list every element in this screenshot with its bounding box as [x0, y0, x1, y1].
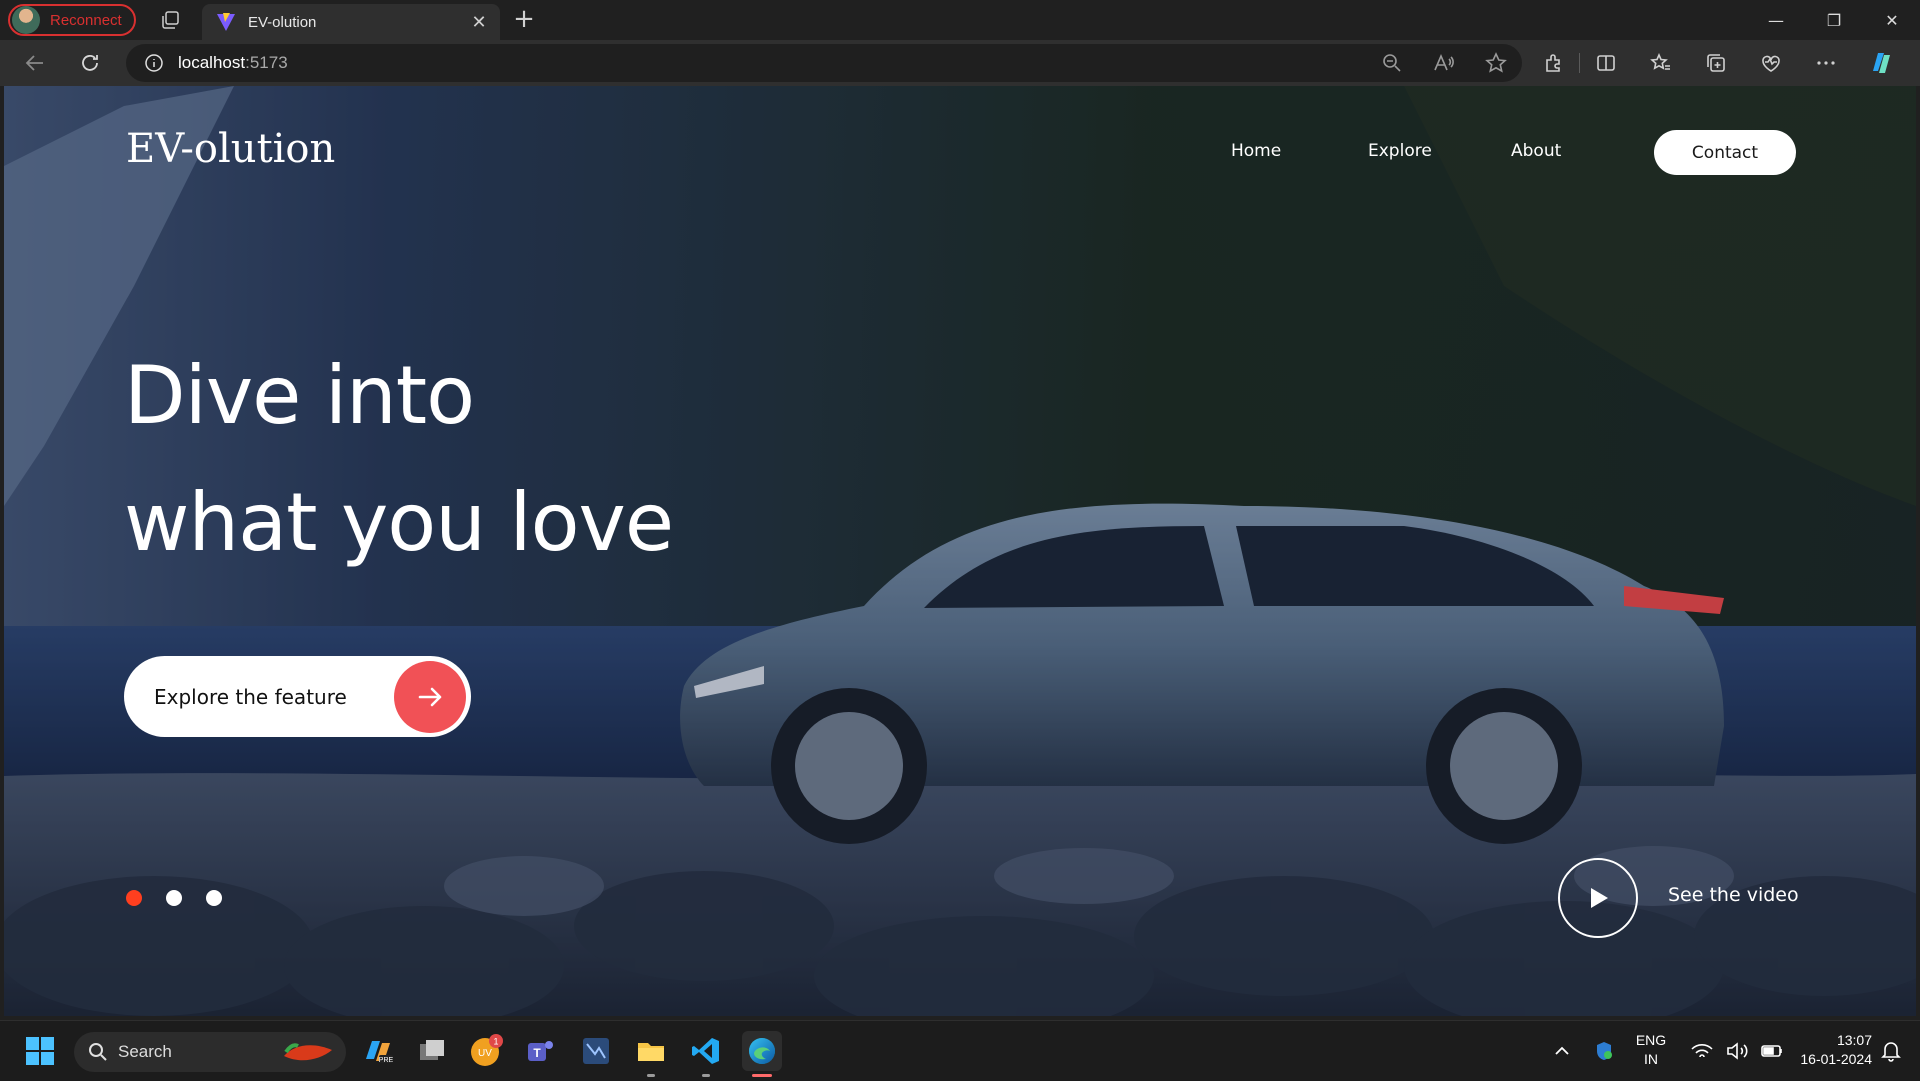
app-running-indicator [647, 1074, 655, 1077]
clock-time: 13:07 [1836, 1032, 1872, 1048]
tab-ev-olution[interactable]: EV-olution ✕ [202, 4, 500, 40]
search-icon [89, 1043, 107, 1061]
url-text: localhost:5173 [178, 53, 288, 73]
nav-about[interactable]: About [1511, 141, 1561, 161]
split-screen-icon[interactable] [1592, 49, 1620, 77]
language-indicator[interactable]: ENG IN [1628, 1031, 1674, 1069]
hero-headline-line2: what you love [124, 476, 674, 569]
collections-icon[interactable] [1702, 49, 1730, 77]
clock[interactable]: 13:07 16-01-2024 [1780, 1031, 1872, 1069]
close-icon[interactable]: ✕ [470, 12, 488, 33]
slider-dot-2[interactable] [166, 890, 182, 906]
app-badge-label: UV [478, 1048, 492, 1059]
address-bar-row: localhost:5173 [0, 40, 1920, 86]
search-highlight-icon [284, 1043, 332, 1061]
svg-text:PRE: PRE [379, 1057, 394, 1064]
arrow-right-icon [394, 660, 466, 733]
favicon [217, 13, 235, 31]
toolbar-divider [1579, 53, 1580, 73]
profile-status-label: Reconnect [50, 11, 122, 29]
site-logo[interactable]: EV-olution [126, 126, 335, 172]
cta-label: Explore the feature [154, 684, 347, 709]
address-bar[interactable]: localhost:5173 [126, 44, 1522, 82]
back-icon[interactable] [20, 48, 50, 78]
star-icon[interactable] [1482, 49, 1510, 77]
url-port: :5173 [245, 53, 288, 72]
more-icon[interactable] [1812, 49, 1840, 77]
url-host: localhost [178, 53, 246, 72]
file-explorer-icon[interactable] [631, 1031, 671, 1071]
profile-button[interactable]: Reconnect [8, 4, 136, 36]
volume-icon [1727, 1042, 1748, 1060]
extensions-icon[interactable] [1540, 49, 1568, 77]
notification-badge: 1 [493, 1037, 498, 1047]
wifi-icon [1691, 1044, 1713, 1058]
nav-explore[interactable]: Explore [1368, 141, 1432, 161]
plus-icon[interactable]: + [512, 4, 536, 34]
tab-actions-icon[interactable] [157, 8, 183, 32]
vscode-icon[interactable] [686, 1031, 726, 1071]
app-running-indicator [702, 1074, 710, 1077]
language-code: ENG [1635, 1032, 1667, 1048]
favorites-icon[interactable] [1647, 49, 1675, 77]
see-video-link[interactable]: See the video [1668, 884, 1799, 906]
tab-title: EV-olution [248, 13, 317, 31]
clock-date: 16-01-2024 [1800, 1051, 1872, 1067]
taskbar-search[interactable]: Search [74, 1032, 346, 1072]
notifications-icon[interactable] [1874, 1031, 1908, 1071]
copilot-icon[interactable]: PRE [358, 1031, 398, 1071]
zoom-icon[interactable] [1378, 49, 1406, 77]
task-view-icon[interactable] [412, 1031, 452, 1071]
refresh-icon[interactable] [75, 48, 105, 78]
read-aloud-icon[interactable] [1430, 49, 1458, 77]
slider-dot-3[interactable] [206, 890, 222, 906]
teams-icon[interactable]: T [520, 1031, 560, 1071]
address-bar-icons [1378, 44, 1510, 82]
play-video-button[interactable] [1558, 858, 1638, 938]
edge-icon[interactable] [742, 1031, 782, 1071]
chevron-up-icon[interactable] [1542, 1031, 1582, 1071]
nav-home[interactable]: Home [1231, 141, 1281, 161]
copilot-icon[interactable] [1867, 49, 1895, 77]
security-icon[interactable] [1584, 1031, 1624, 1071]
contact-button[interactable]: Contact [1654, 130, 1796, 175]
app-badge-icon[interactable]: UV 1 [466, 1031, 506, 1071]
restore-button[interactable]: ❐ [1806, 0, 1862, 40]
slider-dots [126, 890, 222, 906]
browser-essentials-icon[interactable] [1757, 49, 1785, 77]
page-viewport: EV-olution Home Explore About Contact Di… [4, 86, 1916, 1016]
hero-headline-line1: Dive into [124, 349, 475, 442]
app-active-indicator [752, 1074, 772, 1077]
browser-toolbar [1540, 48, 1920, 78]
minimize-button[interactable]: — [1748, 0, 1804, 40]
taskbar: Search PRE UV 1 T ENG IN 13:07 16-01-202… [0, 1020, 1920, 1081]
app-icon[interactable] [576, 1031, 616, 1071]
search-placeholder: Search [118, 1042, 172, 1061]
close-window-button[interactable]: ✕ [1864, 0, 1920, 40]
svg-text:T: T [533, 1046, 541, 1060]
region-code: IN [1644, 1051, 1658, 1067]
avatar [12, 6, 40, 34]
info-icon[interactable] [144, 53, 164, 73]
browser-tab-bar: Reconnect EV-olution ✕ + — ❐ ✕ [0, 0, 1920, 40]
explore-feature-button[interactable]: Explore the feature [124, 656, 471, 737]
slider-dot-1[interactable] [126, 890, 142, 906]
play-icon [1591, 888, 1608, 908]
windows-start-icon[interactable] [20, 1031, 60, 1071]
